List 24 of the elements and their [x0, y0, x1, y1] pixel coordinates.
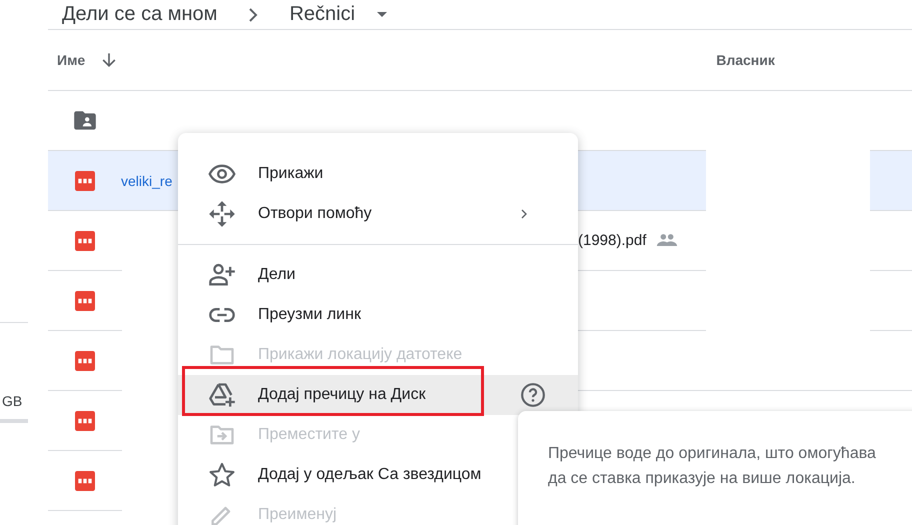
menu-item[interactable]: Додај пречицу на Диск: [178, 375, 578, 415]
menu-item[interactable]: Преузми линк: [178, 295, 578, 335]
file-name[interactable]: (1998).pdf: [578, 232, 646, 249]
pdf-icon: [75, 470, 95, 490]
star-icon: [208, 461, 236, 489]
menu-item[interactable]: Прикажи: [178, 154, 578, 194]
pdf-icon: [75, 170, 95, 190]
tooltip-text: Пречице воде до оригинала, што омогућава да се ставка приказује на више локација.: [548, 444, 877, 489]
dropdown-caret-icon[interactable]: [377, 12, 388, 17]
pdf-icon: [75, 290, 95, 310]
drive-shortcut-icon: [208, 381, 236, 409]
pdf-icon: [75, 230, 95, 250]
help-icon[interactable]: [520, 382, 546, 408]
breadcrumb-item[interactable]: Дели се са мном: [62, 3, 218, 26]
breadcrumb-item[interactable]: Rečnici: [289, 3, 356, 26]
menu-item[interactable]: Отвори помоћу: [178, 194, 578, 234]
menu-item[interactable]: Дели: [178, 255, 578, 295]
pdf-icon: [75, 350, 95, 370]
file-name[interactable]: veliki_re: [121, 172, 172, 188]
column-header[interactable]: Власник: [716, 52, 775, 68]
storage-text: GB: [2, 393, 24, 409]
pdf-icon: [75, 410, 95, 430]
move-arrows-icon: [208, 200, 236, 228]
column-header[interactable]: Име: [57, 52, 86, 68]
